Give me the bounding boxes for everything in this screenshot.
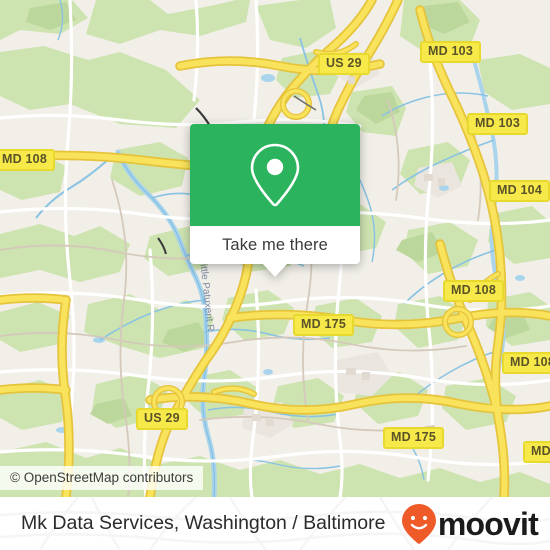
shield-us-29-south[interactable]: US 29	[136, 408, 188, 430]
shield-md-175-south[interactable]: MD 175	[383, 427, 444, 449]
osm-attribution[interactable]: © OpenStreetMap contributors	[0, 466, 204, 490]
popup-action-area[interactable]: Take me there	[190, 226, 360, 277]
location-title: Mk Data Services, Washington / Baltimore	[21, 512, 386, 534]
map-pin-icon	[250, 143, 300, 207]
shield-md-175-center[interactable]: MD 175	[293, 314, 354, 336]
moovit-smiley-pin-icon	[401, 503, 436, 544]
shield-md-108-lowright[interactable]: MD 108	[502, 352, 550, 374]
popup-tail-pointer	[262, 263, 288, 277]
shield-md-104-right[interactable]: MD 104	[489, 180, 550, 202]
bottom-info-bar: Mk Data Services, Washington / Baltimore…	[0, 497, 550, 550]
map-canvas[interactable]: Little Patuxent R US 29 MD 103 MD 103 MD…	[0, 0, 550, 497]
shield-md-108-left[interactable]: MD 108	[0, 149, 55, 171]
shield-md-103-right[interactable]: MD 103	[467, 113, 528, 135]
take-me-there-label: Take me there	[222, 235, 328, 254]
moovit-logo[interactable]: moovit	[401, 503, 539, 545]
shield-md-103-top[interactable]: MD 103	[420, 41, 481, 63]
shield-us-29-north[interactable]: US 29	[318, 53, 370, 75]
map-screenshot: Little Patuxent R US 29 MD 103 MD 103 MD…	[0, 0, 550, 550]
shield-md-1-southeast[interactable]: MD 1	[523, 441, 550, 463]
moovit-wordmark: moovit	[437, 505, 539, 542]
shield-md-108-midright[interactable]: MD 108	[443, 280, 504, 302]
popup-pin-area	[190, 124, 360, 226]
destination-popup-card[interactable]: Take me there	[190, 124, 360, 277]
